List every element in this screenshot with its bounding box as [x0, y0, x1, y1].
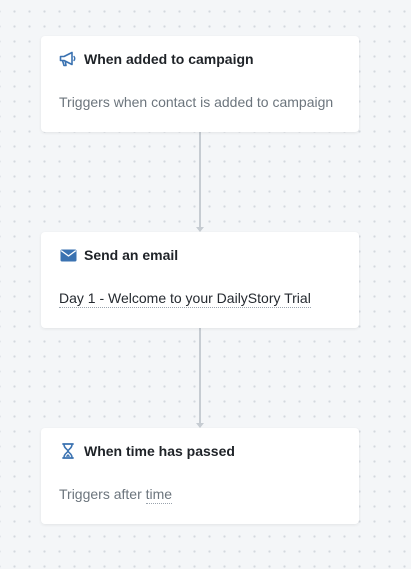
- node-title: Send an email: [84, 247, 179, 263]
- node-description: Triggers after time: [59, 486, 173, 504]
- envelope-icon: [59, 246, 77, 264]
- node-description: Triggers when contact is added to campai…: [59, 94, 334, 110]
- node-header: When added to campaign: [59, 50, 254, 68]
- connector-line: [199, 328, 201, 424]
- connector-line: [199, 132, 201, 228]
- node-header: Send an email: [59, 246, 178, 264]
- workflow-node-campaign-trigger[interactable]: When added to campaign Triggers when con…: [41, 36, 359, 132]
- hourglass-icon: [59, 442, 77, 460]
- trigger-prefix-text: Triggers after: [59, 486, 142, 502]
- time-setting-link[interactable]: time: [145, 486, 173, 504]
- node-header: When time has passed: [59, 442, 235, 460]
- email-name[interactable]: Day 1 - Welcome to your DailyStory Trial: [59, 290, 311, 308]
- workflow-node-send-email[interactable]: Send an email Day 1 - Welcome to your Da…: [41, 232, 359, 328]
- megaphone-icon: [59, 50, 77, 68]
- workflow-canvas[interactable]: When added to campaign Triggers when con…: [0, 0, 411, 569]
- node-title: When added to campaign: [84, 51, 254, 67]
- email-name-link[interactable]: Day 1 - Welcome to your DailyStory Trial: [59, 290, 311, 308]
- node-title: When time has passed: [84, 443, 235, 459]
- workflow-node-time-passed[interactable]: When time has passed Triggers after time: [41, 428, 359, 524]
